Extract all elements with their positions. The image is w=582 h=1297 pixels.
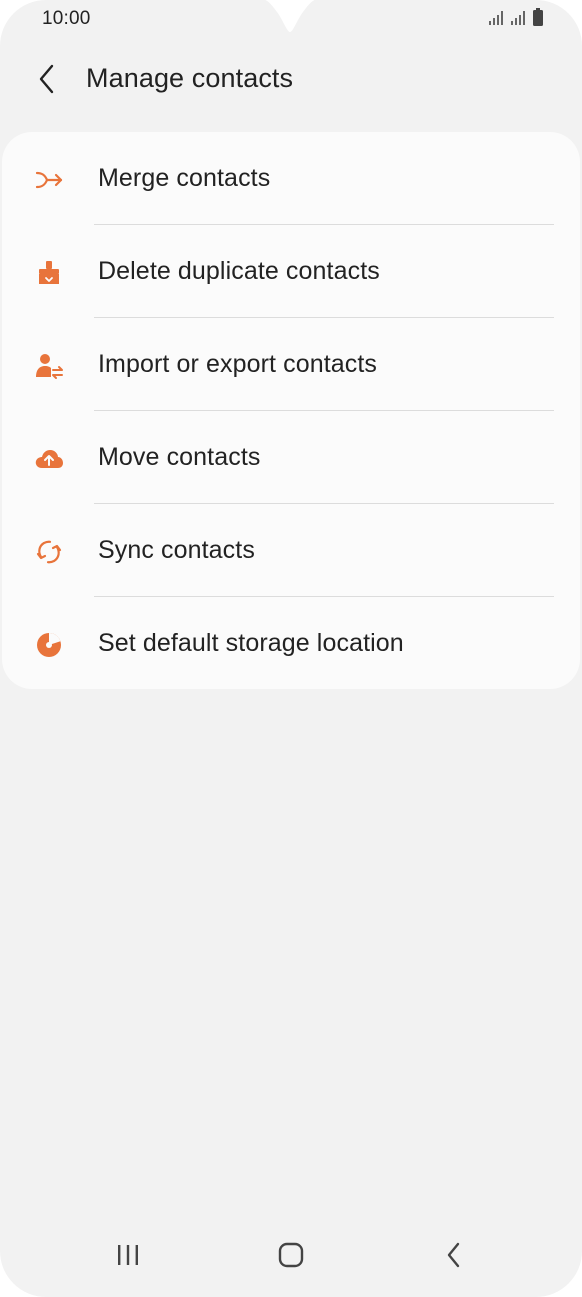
person-transfer-icon	[34, 351, 64, 381]
menu-item-import-export-contacts[interactable]: Import or export contacts	[2, 318, 580, 411]
back-button[interactable]	[30, 60, 64, 98]
status-icons	[488, 8, 544, 26]
menu-item-default-storage-location[interactable]: Set default storage location	[2, 597, 580, 689]
nav-back-button[interactable]	[424, 1225, 484, 1285]
brush-clean-icon	[34, 258, 64, 288]
menu-item-label: Delete duplicate contacts	[98, 257, 380, 285]
signal-icon	[489, 11, 503, 25]
phone-screen: 10:00 Manage contacts Merge contacts Del…	[0, 0, 582, 1297]
back-arrow-icon	[39, 64, 54, 94]
merge-icon	[34, 165, 64, 195]
status-time: 10:00	[42, 8, 91, 29]
menu-item-label: Sync contacts	[98, 536, 255, 564]
app-bar: Manage contacts	[0, 50, 582, 110]
menu-item-label: Move contacts	[98, 443, 261, 471]
signal-icon	[511, 11, 525, 25]
menu-item-merge-contacts[interactable]: Merge contacts	[2, 132, 580, 225]
sync-icon	[34, 537, 64, 567]
menu-item-move-contacts[interactable]: Move contacts	[2, 411, 580, 504]
home-button[interactable]	[261, 1225, 321, 1285]
storage-pie-icon	[34, 630, 64, 660]
status-bar: 10:00	[0, 0, 582, 36]
menu-item-label: Import or export contacts	[98, 350, 378, 378]
cloud-upload-icon	[34, 444, 64, 474]
page-title: Manage contacts	[86, 63, 294, 93]
back-icon	[447, 1242, 460, 1268]
menu-item-sync-contacts[interactable]: Sync contacts	[2, 504, 580, 597]
battery-icon	[533, 8, 543, 26]
home-icon	[278, 1242, 304, 1268]
menu-item-label: Set default storage location	[98, 629, 404, 657]
menu-item-label: Merge contacts	[98, 164, 271, 192]
navigation-bar	[0, 1225, 582, 1297]
menu-card: Merge contacts Delete duplicate contacts	[2, 132, 580, 689]
menu-item-delete-duplicate-contacts[interactable]: Delete duplicate contacts	[2, 225, 580, 318]
recent-apps-button[interactable]	[98, 1225, 158, 1285]
recent-apps-icon	[118, 1245, 138, 1265]
